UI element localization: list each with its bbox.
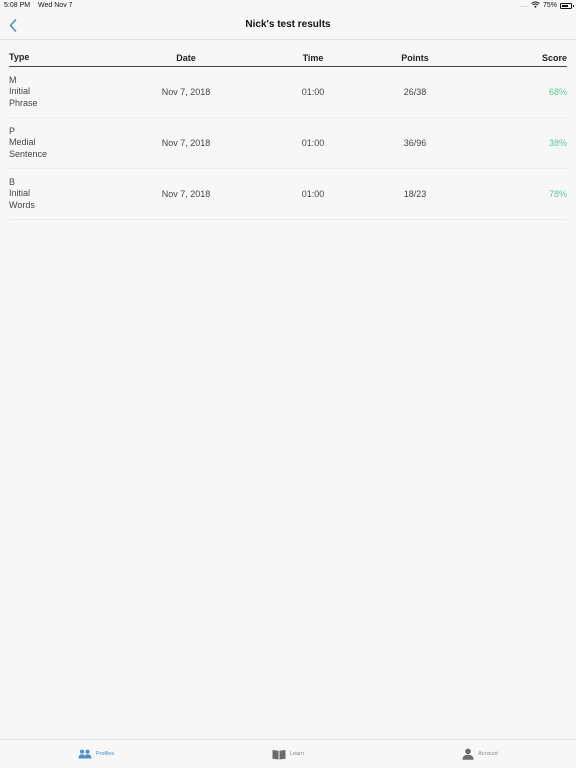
status-right: ..... 75% [519,1,574,10]
results-table: Type Date Time Points Score M Initial Ph… [9,49,567,220]
header-time: Time [302,52,324,63]
header-type: Type [9,51,30,62]
row-points: 18/23 [403,189,427,199]
table-row[interactable]: P Medial Sentence Nov 7, 2018 01:00 36/9… [9,118,567,169]
status-time: 5:08 PM [4,2,31,9]
row-score: 38% [548,138,567,148]
status-date: Wed Nov 7 [38,2,73,9]
book-icon [272,749,286,759]
row-time: 01:00 [301,189,325,199]
row-date: Nov 7, 2018 [161,189,211,199]
type-letter: B [9,176,16,187]
table-header: Type Date Time Points Score [9,49,567,67]
tab-label: Learn [289,751,305,757]
row-type: M Initial Phrase [9,75,129,110]
header-score: Score [541,52,567,63]
signal-icon: ..... [519,2,528,9]
row-score: 68% [548,87,567,97]
type-position: Initial [9,86,31,97]
type-level: Sentence [9,148,48,159]
page-title: Nick's test results [245,19,331,30]
row-date: Nov 7, 2018 [161,87,211,97]
row-type: P Medial Sentence [9,126,129,161]
wifi-icon [531,1,540,10]
tab-learn[interactable]: Learn [192,740,384,768]
tab-label: Profiles [95,751,115,757]
row-type: B Initial Words [9,177,129,212]
type-level: Words [9,199,35,210]
tab-account[interactable]: Account [384,740,576,768]
header-points: Points [401,52,429,63]
type-letter: M [9,74,17,85]
type-level: Phrase [9,97,38,108]
battery-icon [560,2,574,9]
tab-bar: Profiles Learn Account [0,739,576,768]
row-time: 01:00 [301,87,325,97]
row-points: 26/38 [403,87,427,97]
profiles-icon [78,749,92,759]
header-date: Date [176,52,196,63]
battery-percent: 75% [542,2,557,9]
status-bar: 5:08 PM Wed Nov 7 ..... 75% [0,0,576,12]
row-score: 78% [548,189,567,199]
table-row[interactable]: B Initial Words Nov 7, 2018 01:00 18/23 … [9,169,567,220]
tab-profiles[interactable]: Profiles [0,740,192,768]
table-row[interactable]: M Initial Phrase Nov 7, 2018 01:00 26/38… [9,67,567,118]
nav-bar: Nick's test results [0,12,576,40]
row-points: 36/96 [403,138,427,148]
type-letter: P [9,125,16,136]
status-left: 5:08 PM Wed Nov 7 [4,2,73,9]
tab-label: Account [478,751,498,757]
type-position: Medial [9,137,36,148]
person-icon [462,748,474,760]
type-position: Initial [9,188,31,199]
row-time: 01:00 [301,138,325,148]
row-date: Nov 7, 2018 [161,138,211,148]
